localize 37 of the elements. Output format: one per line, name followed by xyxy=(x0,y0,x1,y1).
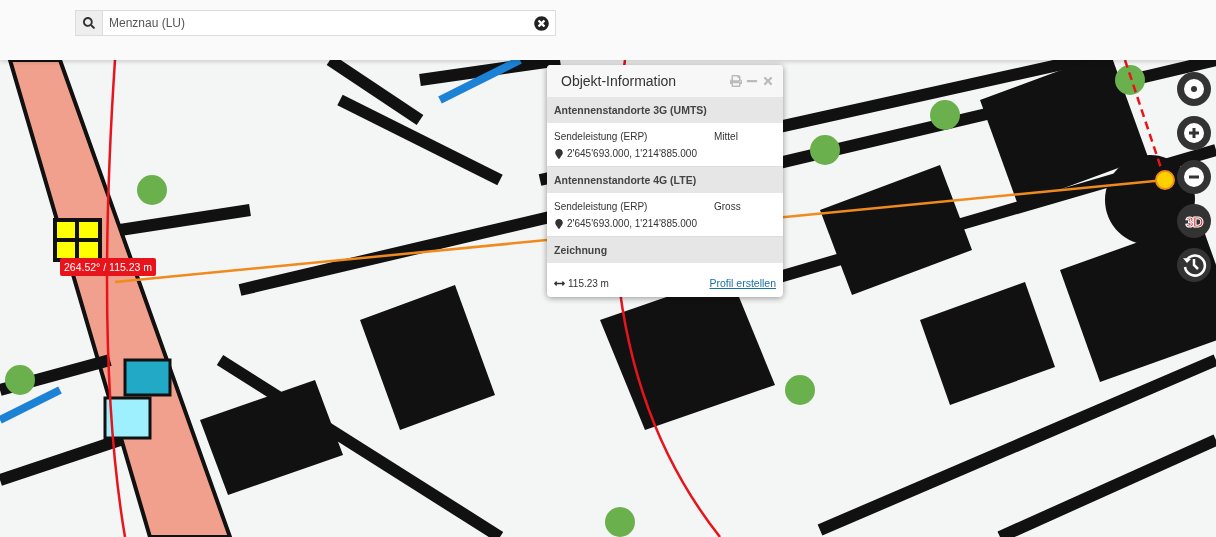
popup-title: Objekt-Information xyxy=(561,73,677,89)
close-icon xyxy=(762,75,774,87)
tree xyxy=(930,100,960,130)
attribute-label: Sendeleistung (ERP) xyxy=(554,201,649,212)
stream-line xyxy=(0,386,62,424)
tree xyxy=(137,175,167,205)
coordinates-text: 2'645'693.000, 1'214'885.000 xyxy=(567,218,697,229)
section-heading: Zeichnung xyxy=(547,237,783,263)
print-icon xyxy=(730,75,742,87)
tree xyxy=(785,375,815,405)
clock-icon xyxy=(1181,252,1207,278)
tree xyxy=(1115,65,1145,95)
measurement-label: 264.52° / 115.23 m xyxy=(60,258,157,276)
tree xyxy=(5,365,35,395)
search-icon xyxy=(83,17,95,29)
locate-icon xyxy=(1183,78,1205,100)
antenna-symbol-icon xyxy=(103,358,172,440)
section-heading: Antennenstandorte 4G (LTE) xyxy=(547,167,783,193)
attribute-value: Mittel xyxy=(714,131,738,142)
coordinates-text: 2'645'693.000, 1'214'885.000 xyxy=(567,148,697,159)
zoom-out-button[interactable] xyxy=(1177,160,1211,194)
zoom-in-button[interactable] xyxy=(1177,116,1211,150)
plus-icon xyxy=(1183,122,1205,144)
attribute-value: Gross xyxy=(714,201,741,212)
distance-text: 115.23 m xyxy=(568,277,609,289)
search-field[interactable]: Menznau (LU) xyxy=(75,10,556,36)
pin-icon xyxy=(554,148,564,159)
minus-icon xyxy=(1183,166,1205,188)
antenna-symbol-icon xyxy=(53,218,102,262)
close-icon xyxy=(534,15,549,31)
tree xyxy=(605,507,635,537)
tree xyxy=(810,135,840,165)
attribute-label: Sendeleistung (ERP) xyxy=(554,131,649,142)
pin-icon xyxy=(554,218,564,229)
locate-button[interactable] xyxy=(1177,72,1211,106)
section-heading: Antennenstandorte 3G (UMTS) xyxy=(547,97,783,123)
create-profile-link[interactable]: Profil erstellen xyxy=(709,277,776,289)
